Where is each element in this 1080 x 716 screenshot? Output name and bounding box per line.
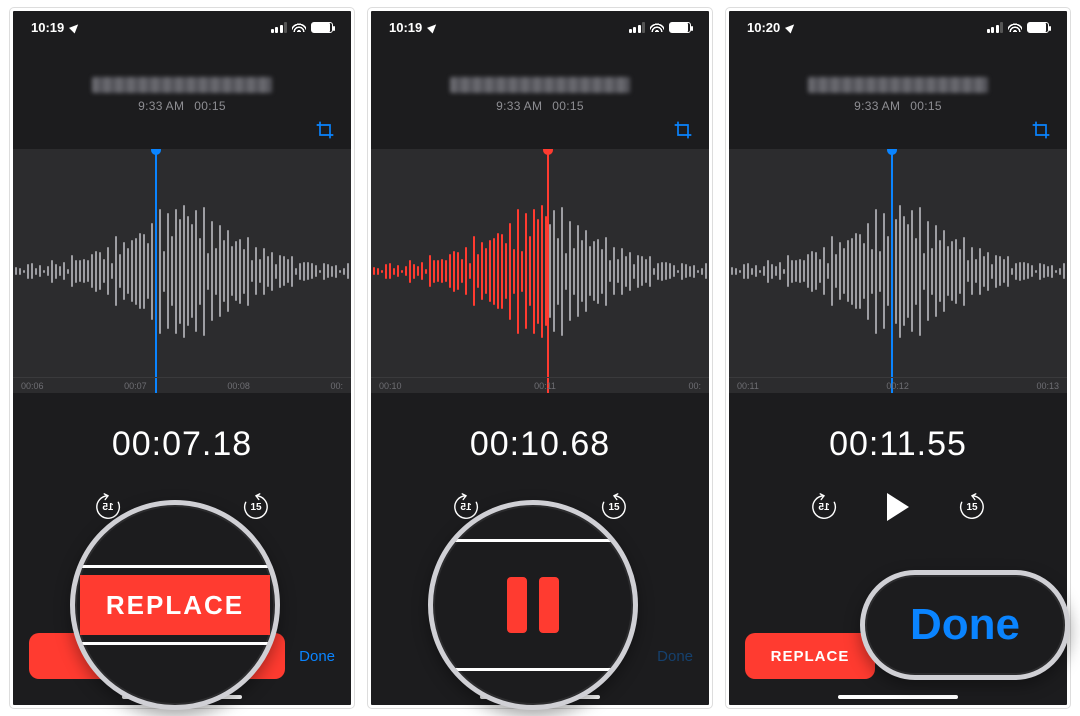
recording-header: 9:33 AM 00:15	[371, 43, 709, 119]
recording-duration: 00:15	[552, 99, 584, 113]
skip-fwd-15-button[interactable]: 15	[957, 492, 987, 522]
status-bar: 10:19	[13, 11, 351, 43]
skip-amount: 15	[809, 492, 839, 522]
skip-fwd-15-button[interactable]: 15	[241, 492, 271, 522]
status-time: 10:19	[31, 20, 64, 35]
recording-time: 9:33 AM	[854, 99, 900, 113]
status-bar: 10:20	[729, 11, 1067, 43]
ruler-tick: 00:08	[227, 378, 250, 391]
recording-duration: 00:15	[910, 99, 942, 113]
cellular-icon	[271, 22, 288, 33]
replace-button[interactable]: REPLACE	[745, 633, 875, 679]
ruler-tick: 00:11	[534, 378, 556, 391]
status-time: 10:19	[389, 20, 422, 35]
time-ruler: 00:10 00:11 00:	[371, 377, 709, 391]
cellular-icon	[629, 22, 646, 33]
ruler-tick: 00:12	[886, 378, 909, 391]
recording-time: 9:33 AM	[138, 99, 184, 113]
waveform-area[interactable]: 00:10 00:11 00:	[371, 149, 709, 393]
waveform-area[interactable]: 00:06 00:07 00:08 00:	[13, 149, 351, 393]
recording-time: 9:33 AM	[496, 99, 542, 113]
crop-icon[interactable]	[315, 120, 335, 145]
current-time: 00:11.55	[729, 425, 1067, 464]
battery-icon	[1027, 22, 1049, 33]
wifi-icon	[292, 22, 306, 32]
ruler-tick: 00:11	[737, 378, 759, 391]
recording-title-redacted	[808, 77, 988, 93]
ruler-tick: 00:07	[124, 378, 147, 391]
time-ruler: 00:06 00:07 00:08 00:	[13, 377, 351, 391]
done-button: Done	[657, 648, 693, 665]
ruler-tick: 00:10	[379, 378, 402, 391]
current-time: 00:10.68	[371, 425, 709, 464]
waveform	[13, 191, 351, 351]
magnifier-replace: REPLACE	[70, 500, 280, 710]
home-indicator[interactable]	[838, 695, 958, 699]
cellular-icon	[987, 22, 1004, 33]
crop-icon[interactable]	[1031, 120, 1051, 145]
wifi-icon	[650, 22, 664, 32]
location-icon	[785, 21, 797, 33]
magnifier-pause	[428, 500, 638, 710]
ruler-tick: 00:13	[1036, 378, 1059, 391]
battery-icon	[311, 22, 333, 33]
done-button[interactable]: Done	[299, 648, 335, 665]
play-button[interactable]	[887, 493, 909, 521]
skip-amount: 15	[241, 492, 271, 522]
magnifier-done: Done	[860, 570, 1070, 680]
pause-button-zoom	[507, 577, 559, 633]
done-button-zoom: Done	[910, 600, 1020, 650]
ruler-tick: 00:	[688, 378, 701, 391]
skip-fwd-15-button[interactable]: 15	[599, 492, 629, 522]
waveform	[729, 191, 1067, 351]
current-time: 00:07.18	[13, 425, 351, 464]
waveform-area[interactable]: 00:11 00:12 00:13	[729, 149, 1067, 393]
recording-duration: 00:15	[194, 99, 226, 113]
skip-amount: 15	[957, 492, 987, 522]
skip-back-15-button[interactable]: 15	[809, 492, 839, 522]
recording-title-redacted	[92, 77, 272, 93]
recording-header: 9:33 AM 00:15	[729, 43, 1067, 119]
ruler-tick: 00:	[330, 378, 343, 391]
waveform	[371, 191, 709, 351]
transport-controls: 15 15	[729, 492, 1067, 522]
replace-button-zoom: REPLACE	[80, 575, 270, 635]
ruler-tick: 00:06	[21, 378, 44, 391]
wifi-icon	[1008, 22, 1022, 32]
time-ruler: 00:11 00:12 00:13	[729, 377, 1067, 391]
playhead[interactable]	[891, 149, 893, 393]
crop-icon[interactable]	[673, 120, 693, 145]
location-icon	[427, 21, 439, 33]
battery-icon	[669, 22, 691, 33]
status-time: 10:20	[747, 20, 780, 35]
playhead[interactable]	[155, 149, 157, 393]
skip-amount: 15	[599, 492, 629, 522]
recording-title-redacted	[450, 77, 630, 93]
location-icon	[69, 21, 81, 33]
playhead[interactable]	[547, 149, 549, 393]
recording-header: 9:33 AM 00:15	[13, 43, 351, 119]
status-bar: 10:19	[371, 11, 709, 43]
